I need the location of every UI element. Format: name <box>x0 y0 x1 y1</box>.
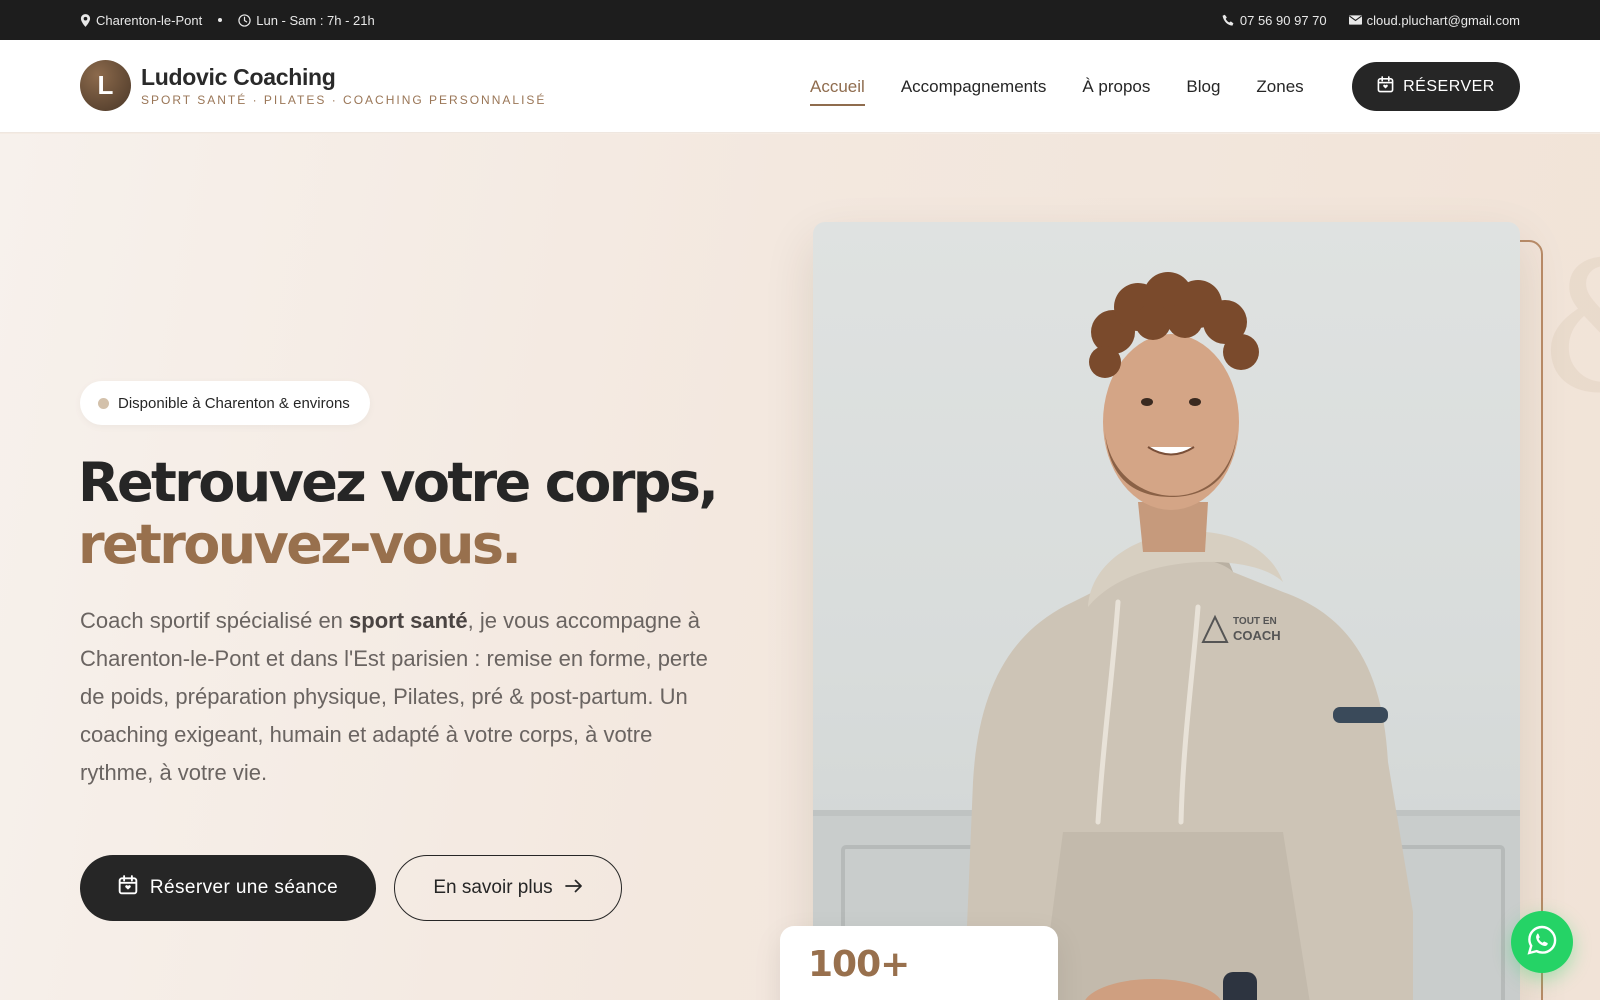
headline-line-2: retrouvez-vous. <box>78 513 522 576</box>
hero-headline: Retrouvez votre corps, retrouvez-vous. <box>78 451 719 576</box>
brand-text: Ludovic Coaching SPORT SANTÉ · PILATES ·… <box>141 64 546 107</box>
availability-badge: Disponible à Charenton & environs <box>80 381 370 425</box>
topbar-left: Charenton-le-Pont Lun - Sam : 7h - 21h <box>80 0 375 40</box>
whatsapp-icon <box>1526 924 1558 961</box>
hoodie-text-1: TOUT EN <box>1233 616 1277 627</box>
nav-item-a-propos[interactable]: À propos <box>1082 77 1150 97</box>
lead-before: Coach sportif spécialisé en <box>80 608 350 633</box>
clock-icon <box>238 13 251 27</box>
hero-description: Coach sportif spécialisé en sport santé,… <box>80 602 730 792</box>
stat-number: 100+ <box>808 944 910 985</box>
top-info-bar: Charenton-le-Pont Lun - Sam : 7h - 21h 0… <box>0 0 1600 40</box>
nav-item-blog[interactable]: Blog <box>1186 77 1220 97</box>
site-header: L Ludovic Coaching SPORT SANTÉ · PILATES… <box>0 40 1600 133</box>
separator-dot <box>218 18 223 22</box>
availability-text: Disponible à Charenton & environs <box>118 394 350 412</box>
location-text: Charenton-le-Pont <box>96 12 203 28</box>
nav-item-accompagnements[interactable]: Accompagnements <box>901 77 1047 97</box>
coach-portrait-image: TOUT EN COACH <box>813 222 1520 1000</box>
phone-link[interactable]: 07 56 90 97 70 <box>1222 13 1327 28</box>
reserve-label: RÉSERVER <box>1403 77 1495 95</box>
brand-tagline: SPORT SANTÉ · PILATES · COACHING PERSONN… <box>141 93 547 107</box>
calendar-icon <box>118 875 138 901</box>
lead-after: , je vous accompagne à Charenton-le-Pont… <box>80 608 708 785</box>
book-session-label: Réserver une séance <box>149 877 339 898</box>
hero-section: & Disponible à Charenton & environs Retr… <box>0 134 1600 1000</box>
logo-badge: L <box>80 60 131 111</box>
nav-item-zones[interactable]: Zones <box>1256 77 1303 97</box>
email-text: cloud.pluchart@gmail.com <box>1366 12 1520 28</box>
phone-icon <box>1222 14 1235 27</box>
main-nav: Accueil Accompagnements À propos Blog Zo… <box>810 40 1304 133</box>
calendar-icon <box>1377 75 1394 98</box>
learn-more-label: En savoir plus <box>433 877 553 898</box>
stat-card: 100+ <box>780 926 1058 1000</box>
nav-item-accueil[interactable]: Accueil <box>810 77 865 106</box>
location-info: Charenton-le-Pont <box>80 13 202 28</box>
book-session-button[interactable]: Réserver une séance <box>80 855 376 921</box>
headline-line-1: Retrouvez votre corps, <box>78 451 719 514</box>
arrow-right-icon <box>564 877 583 899</box>
brand-name: Ludovic Coaching <box>141 64 336 90</box>
email-link[interactable]: cloud.pluchart@gmail.com <box>1348 12 1520 28</box>
whatsapp-button[interactable] <box>1511 911 1573 973</box>
map-pin-icon <box>80 13 91 27</box>
reserve-button[interactable]: RÉSERVER <box>1352 62 1520 111</box>
hoodie-text-2: COACH <box>1233 628 1281 643</box>
decorative-ampersand: & <box>1538 224 1600 433</box>
lead-bold: sport santé <box>349 608 468 633</box>
learn-more-button[interactable]: En savoir plus <box>394 855 622 921</box>
status-dot-icon <box>98 397 109 409</box>
phone-text: 07 56 90 97 70 <box>1239 12 1327 28</box>
mail-icon <box>1348 15 1362 25</box>
hours-info: Lun - Sam : 7h - 21h <box>238 13 375 28</box>
brand-logo-link[interactable]: L Ludovic Coaching SPORT SANTÉ · PILATES… <box>80 60 546 111</box>
hours-text: Lun - Sam : 7h - 21h <box>256 12 375 28</box>
topbar-right: 07 56 90 97 70 cloud.pluchart@gmail.com <box>1222 0 1520 40</box>
